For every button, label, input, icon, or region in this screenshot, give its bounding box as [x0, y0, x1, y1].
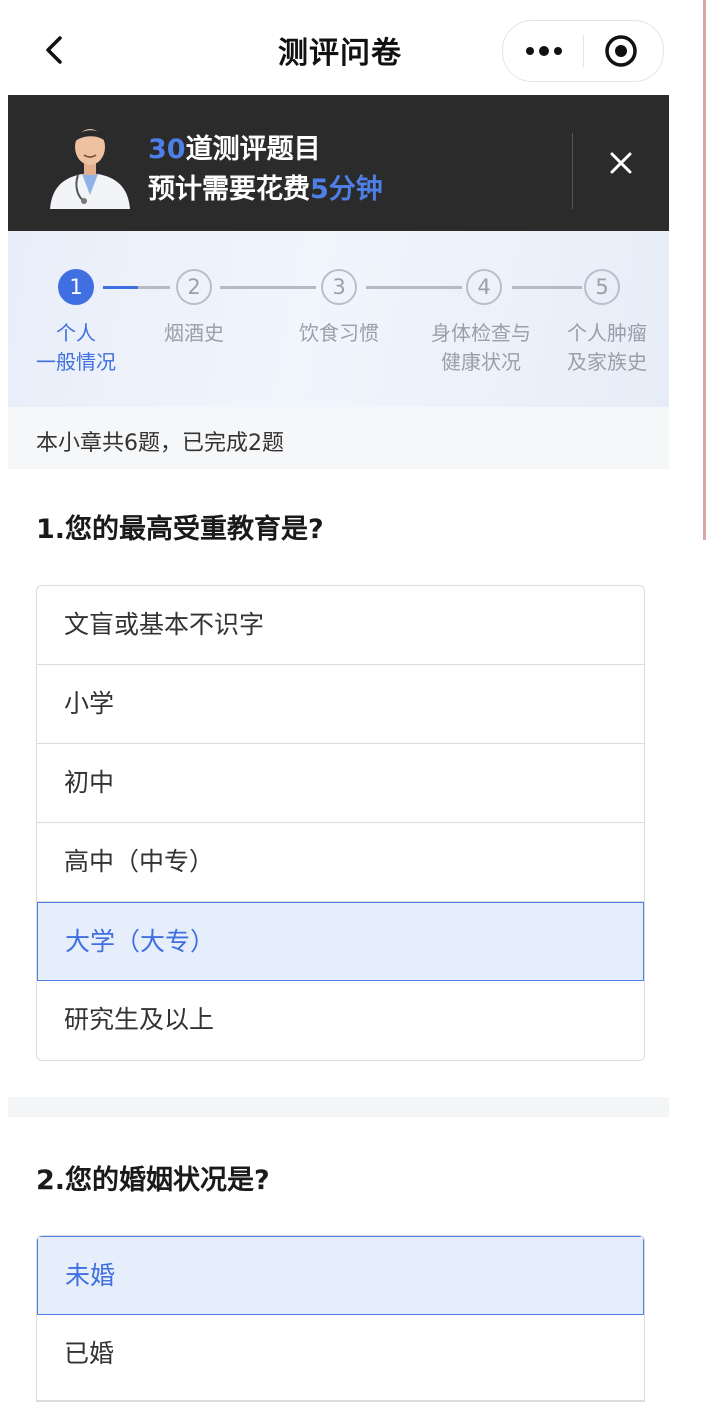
step-1-circle[interactable]: 1: [58, 269, 94, 305]
target-circle-icon[interactable]: [604, 34, 638, 68]
step-3-circle[interactable]: 3: [321, 269, 357, 305]
question-count-text: 30道测评题目: [148, 134, 321, 165]
step-4-label[interactable]: 身体检查与 健康状况: [418, 319, 544, 377]
question-1-title: 1.您的最高受重教育是?: [36, 514, 324, 545]
step-2-label[interactable]: 烟酒史: [144, 319, 244, 348]
estimated-time-text: 预计需要花费5分钟: [148, 174, 383, 205]
option-primary-school[interactable]: 小学: [37, 665, 644, 744]
question-2-options: 未婚 已婚: [36, 1235, 645, 1402]
step-connector: [512, 286, 582, 289]
capsule-divider: [583, 35, 584, 67]
step-2-circle[interactable]: 2: [176, 269, 212, 305]
intro-banner: 30道测评题目 预计需要花费5分钟: [8, 95, 669, 231]
progress-stepper: 1 2 3 4 5 个人 一般情况 烟酒史 饮食习惯 身体检查与 健康状况 个人肿瘤…: [8, 231, 669, 407]
option-married[interactable]: 已婚: [37, 1315, 644, 1401]
mini-program-capsule: [502, 20, 664, 82]
option-junior-high[interactable]: 初中: [37, 744, 644, 823]
step-5-label[interactable]: 个人肿瘤 及家族史: [552, 319, 662, 377]
question-2-title: 2.您的婚姻状况是?: [36, 1165, 270, 1196]
option-high-school[interactable]: 高中（中专）: [37, 823, 644, 902]
step-connector: [103, 286, 138, 289]
section-divider: [8, 1097, 669, 1117]
close-icon[interactable]: [608, 150, 634, 176]
banner-divider: [572, 133, 573, 209]
step-connector: [220, 286, 316, 289]
option-illiterate[interactable]: 文盲或基本不识字: [37, 586, 644, 665]
step-4-circle[interactable]: 4: [466, 269, 502, 305]
step-5-circle[interactable]: 5: [584, 269, 620, 305]
step-connector: [366, 286, 462, 289]
doctor-avatar-icon: [50, 129, 130, 209]
nav-bar: 测评问卷: [0, 0, 706, 96]
chapter-progress-text: 本小章共6题，已完成2题: [36, 431, 284, 456]
chapter-progress-bar: 本小章共6题，已完成2题: [8, 407, 669, 469]
option-college[interactable]: 大学（大专）: [37, 902, 644, 981]
step-connector: [138, 286, 170, 289]
step-1-label[interactable]: 个人 一般情况: [26, 319, 126, 377]
step-3-label[interactable]: 饮食习惯: [284, 319, 394, 348]
question-1-options: 文盲或基本不识字 小学 初中 高中（中专） 大学（大专） 研究生及以上: [36, 585, 645, 1061]
more-dots-icon[interactable]: [521, 39, 567, 63]
option-unmarried[interactable]: 未婚: [37, 1236, 644, 1315]
option-graduate[interactable]: 研究生及以上: [37, 981, 644, 1060]
